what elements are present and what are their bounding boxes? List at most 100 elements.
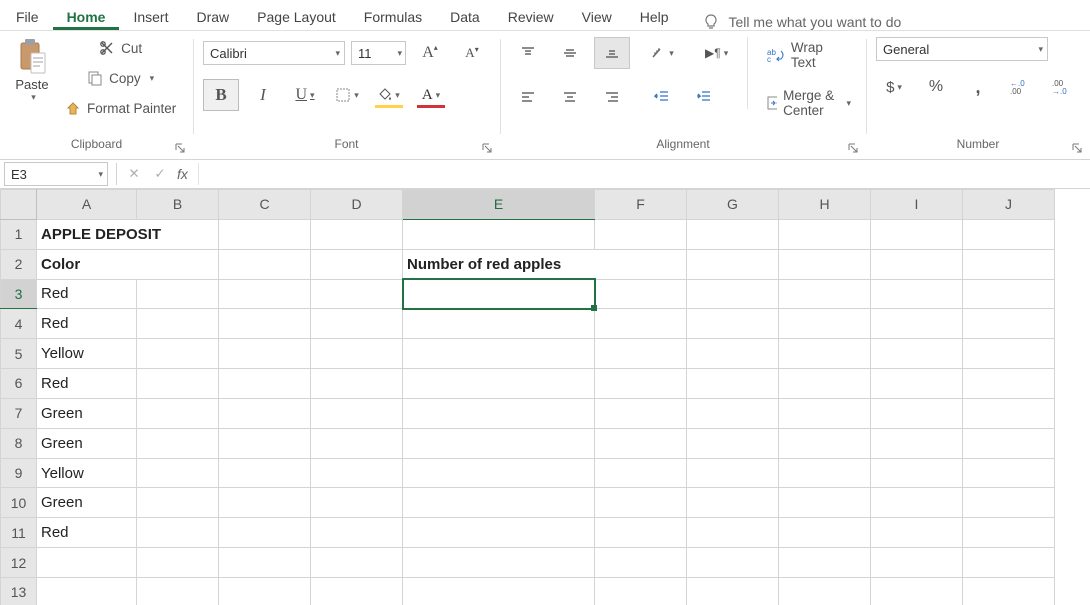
cell-F6[interactable] — [595, 369, 687, 399]
cell-I13[interactable] — [871, 577, 963, 605]
cell-J12[interactable] — [963, 548, 1055, 578]
tell-me-search[interactable]: Tell me what you want to do — [683, 14, 902, 30]
row-header-9[interactable]: 9 — [1, 458, 37, 488]
column-header-F[interactable]: F — [595, 190, 687, 220]
increase-font-button[interactable]: A▴ — [412, 37, 448, 69]
cell-F9[interactable] — [595, 458, 687, 488]
column-header-C[interactable]: C — [219, 190, 311, 220]
cell-D1[interactable] — [311, 219, 403, 249]
cell-J11[interactable] — [963, 518, 1055, 548]
cell-A8[interactable]: Green — [37, 428, 137, 458]
cell-I11[interactable] — [871, 518, 963, 548]
cancel-formula-button[interactable]: ✕ — [121, 163, 147, 185]
cell-J4[interactable] — [963, 309, 1055, 339]
formula-input[interactable] — [198, 163, 1090, 185]
cell-E3[interactable] — [403, 279, 595, 309]
cell-G4[interactable] — [687, 309, 779, 339]
menu-item-home[interactable]: Home — [53, 4, 120, 30]
cell-I8[interactable] — [871, 428, 963, 458]
cell-E1[interactable] — [403, 219, 595, 249]
row-header-4[interactable]: 4 — [1, 309, 37, 339]
column-header-B[interactable]: B — [137, 190, 219, 220]
fx-icon[interactable]: fx — [177, 166, 188, 182]
cell-G12[interactable] — [687, 548, 779, 578]
accept-formula-button[interactable]: ✓ — [147, 163, 173, 185]
cell-I6[interactable] — [871, 369, 963, 399]
format-painter-button[interactable]: Format Painter — [60, 97, 181, 119]
menu-item-file[interactable]: File — [2, 4, 53, 30]
cell-A13[interactable] — [37, 577, 137, 605]
align-left-button[interactable] — [510, 81, 546, 113]
cell-H6[interactable] — [779, 369, 871, 399]
cell-A10[interactable]: Green — [37, 488, 137, 518]
cell-A2[interactable]: Color — [37, 249, 219, 279]
cell-E12[interactable] — [403, 548, 595, 578]
spreadsheet-grid[interactable]: ABCDEFGHIJ1APPLE DEPOSIT2ColorNumber of … — [0, 189, 1090, 605]
cell-B8[interactable] — [137, 428, 219, 458]
cell-D10[interactable] — [311, 488, 403, 518]
cell-A4[interactable]: Red — [37, 309, 137, 339]
menu-item-data[interactable]: Data — [436, 4, 494, 30]
increase-decimal-button[interactable]: ←.0.00 — [1002, 71, 1038, 103]
cell-G13[interactable] — [687, 577, 779, 605]
wrap-text-button[interactable]: abc Wrap Text — [762, 37, 856, 73]
cell-B3[interactable] — [137, 279, 219, 309]
cell-D13[interactable] — [311, 577, 403, 605]
cell-D11[interactable] — [311, 518, 403, 548]
cell-C6[interactable] — [219, 369, 311, 399]
cell-E7[interactable] — [403, 398, 595, 428]
cell-J8[interactable] — [963, 428, 1055, 458]
cell-G7[interactable] — [687, 398, 779, 428]
cell-G3[interactable] — [687, 279, 779, 309]
cell-H2[interactable] — [779, 249, 871, 279]
column-header-D[interactable]: D — [311, 190, 403, 220]
row-header-13[interactable]: 13 — [1, 577, 37, 605]
cell-F11[interactable] — [595, 518, 687, 548]
orientation-button[interactable]: ▾ — [644, 37, 680, 69]
cell-E6[interactable] — [403, 369, 595, 399]
align-right-button[interactable] — [594, 81, 630, 113]
align-bottom-button[interactable] — [594, 37, 630, 69]
row-header-3[interactable]: 3 — [1, 279, 37, 309]
menu-item-view[interactable]: View — [568, 4, 626, 30]
cell-G10[interactable] — [687, 488, 779, 518]
font-color-button[interactable]: A▾ — [413, 79, 449, 111]
cell-F13[interactable] — [595, 577, 687, 605]
cell-F4[interactable] — [595, 309, 687, 339]
cell-C5[interactable] — [219, 339, 311, 369]
cell-J6[interactable] — [963, 369, 1055, 399]
cell-J13[interactable] — [963, 577, 1055, 605]
cell-D3[interactable] — [311, 279, 403, 309]
cell-H5[interactable] — [779, 339, 871, 369]
cell-I7[interactable] — [871, 398, 963, 428]
cell-B13[interactable] — [137, 577, 219, 605]
menu-item-help[interactable]: Help — [626, 4, 683, 30]
cell-G1[interactable] — [687, 219, 779, 249]
dialog-launcher-alignment[interactable] — [846, 141, 860, 155]
cell-A6[interactable]: Red — [37, 369, 137, 399]
cell-B12[interactable] — [137, 548, 219, 578]
cell-E2[interactable]: Number of red apples — [403, 249, 687, 279]
increase-indent-button[interactable] — [686, 81, 722, 113]
cell-H9[interactable] — [779, 458, 871, 488]
cell-D5[interactable] — [311, 339, 403, 369]
cell-A7[interactable]: Green — [37, 398, 137, 428]
decrease-decimal-button[interactable]: .00→.0 — [1044, 71, 1080, 103]
row-header-10[interactable]: 10 — [1, 488, 37, 518]
row-header-5[interactable]: 5 — [1, 339, 37, 369]
border-button[interactable]: ▾ — [329, 79, 365, 111]
cell-H1[interactable] — [779, 219, 871, 249]
align-center-button[interactable] — [552, 81, 588, 113]
cell-I3[interactable] — [871, 279, 963, 309]
cell-I10[interactable] — [871, 488, 963, 518]
cell-C9[interactable] — [219, 458, 311, 488]
cell-I1[interactable] — [871, 219, 963, 249]
cell-I2[interactable] — [871, 249, 963, 279]
cell-F3[interactable] — [595, 279, 687, 309]
cut-button[interactable]: Cut — [60, 37, 181, 59]
cell-G2[interactable] — [687, 249, 779, 279]
cell-J5[interactable] — [963, 339, 1055, 369]
cell-B9[interactable] — [137, 458, 219, 488]
cell-J2[interactable] — [963, 249, 1055, 279]
select-all-corner[interactable] — [1, 190, 37, 220]
